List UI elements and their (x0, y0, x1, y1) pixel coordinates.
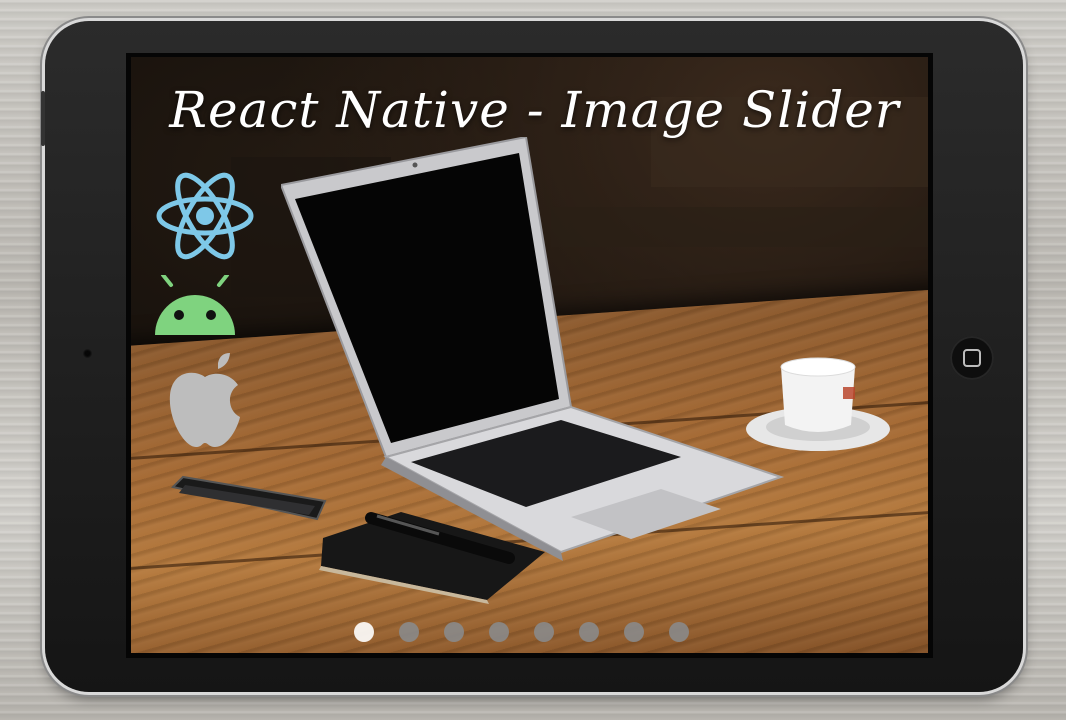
pagination-dots (354, 620, 694, 644)
pagination-dot-7[interactable] (624, 622, 644, 642)
pagination-dot-5[interactable] (534, 622, 554, 642)
tablet-device: React Native - Image Slider (41, 21, 1023, 692)
tablet-screen: React Native - Image Slider (126, 53, 933, 658)
android-icon (155, 275, 235, 335)
pagination-dot-3[interactable] (444, 622, 464, 642)
pagination-dot-4[interactable] (489, 622, 509, 642)
power-button (41, 91, 45, 146)
home-button[interactable] (950, 336, 994, 380)
notebook-image (319, 512, 545, 604)
home-button-glyph (963, 349, 981, 367)
slide-image[interactable]: React Native - Image Slider (131, 57, 928, 653)
pagination-dot-2[interactable] (399, 622, 419, 642)
front-camera (83, 349, 92, 358)
coffee-cup-image (746, 357, 890, 451)
pagination-dot-6[interactable] (579, 622, 599, 642)
pagination-dot-1[interactable] (354, 622, 374, 642)
react-icon (156, 172, 254, 260)
phone-image (171, 475, 327, 521)
pagination-dot-8[interactable] (669, 622, 689, 642)
slider-title: React Native - Image Slider (169, 81, 900, 139)
apple-icon (169, 353, 240, 447)
